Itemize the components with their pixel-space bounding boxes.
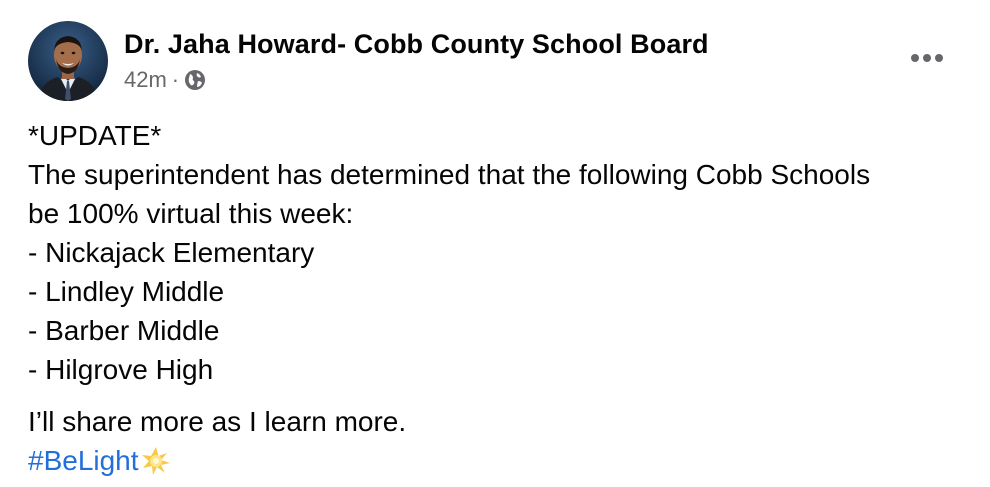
hashtag-row: #BeLight <box>28 441 968 480</box>
separator-dot: · <box>171 67 180 92</box>
facebook-post: Dr. Jaha Howard- Cobb County School Boar… <box>0 0 990 484</box>
post-line: *UPDATE* <box>28 120 162 151</box>
post-subline: 42m · <box>124 65 709 95</box>
author-avatar[interactable] <box>28 21 108 101</box>
post-line: The superintendent has determined that t… <box>28 159 871 190</box>
post-header: Dr. Jaha Howard- Cobb County School Boar… <box>28 20 709 102</box>
post-timestamp[interactable]: 42m <box>124 65 167 95</box>
post-line: - Nickajack Elementary <box>28 237 315 268</box>
post-line: - Lindley Middle <box>28 276 225 307</box>
post-line: be 100% virtual this week: <box>28 198 354 229</box>
hashtag-link[interactable]: #BeLight <box>28 441 139 480</box>
author-name[interactable]: Dr. Jaha Howard- Cobb County School Boar… <box>124 27 709 61</box>
more-options-button[interactable] <box>904 38 950 78</box>
closing-line: I’ll share more as I learn more. <box>28 406 407 437</box>
post-paragraph-main: *UPDATE* The superintendent has determin… <box>28 116 968 389</box>
post-line: - Hilgrove High <box>28 354 214 385</box>
post-body: *UPDATE* The superintendent has determin… <box>28 116 968 480</box>
sparkle-star-emoji <box>140 445 172 477</box>
post-line: - Barber Middle <box>28 315 220 346</box>
post-meta: Dr. Jaha Howard- Cobb County School Boar… <box>124 27 709 95</box>
avatar-photo <box>28 21 108 101</box>
post-paragraph-closing: I’ll share more as I learn more. #BeLigh… <box>28 402 968 480</box>
globe-icon[interactable] <box>184 69 206 91</box>
more-options-icon <box>911 54 943 62</box>
